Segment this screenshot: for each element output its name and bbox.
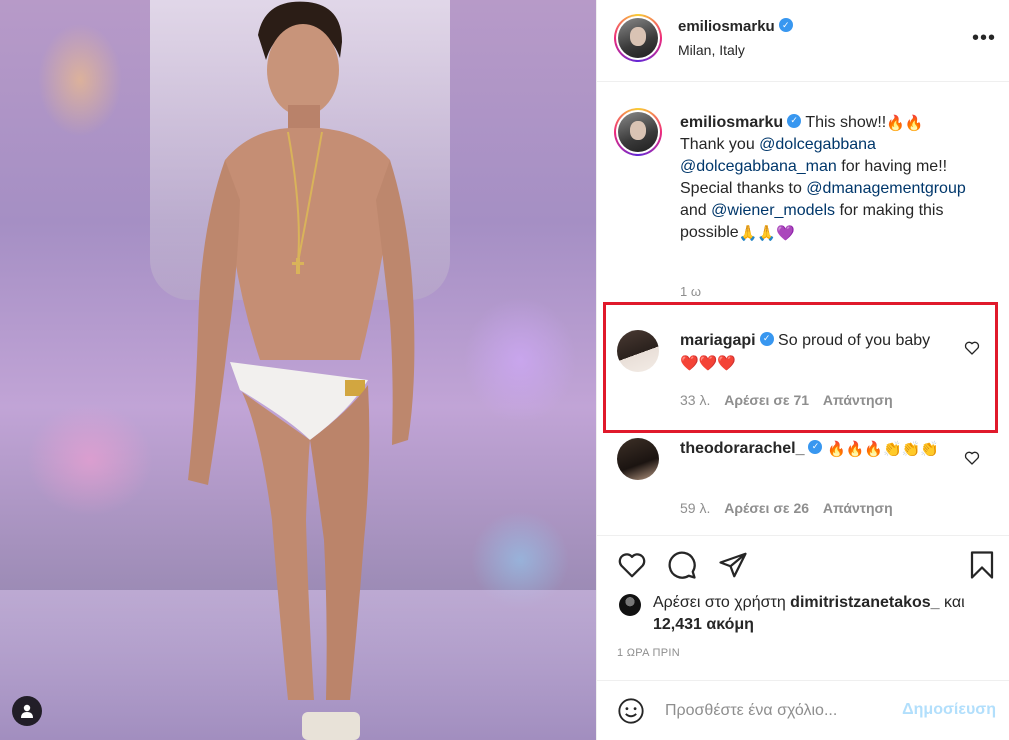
liker-username[interactable]: dimitristzanetakos_ [790, 594, 939, 611]
post-actions-bar [597, 535, 1009, 595]
pray-heart-emoji-icon: 🙏🙏💜 [738, 225, 795, 242]
more-options-button[interactable]: ••• [972, 26, 996, 50]
verified-badge-icon [778, 18, 793, 33]
mention-link[interactable]: @dolcegabbana [759, 136, 876, 153]
comment-input[interactable] [665, 697, 885, 725]
comment-age[interactable]: 59 λ. [680, 500, 710, 516]
tagged-users-button[interactable] [12, 696, 42, 726]
liker-avatar[interactable] [619, 594, 641, 616]
caption-username[interactable]: emiliosmarku [680, 114, 783, 131]
comment-bubble-icon[interactable] [667, 550, 697, 580]
comment-likes-count[interactable]: Αρέσει σε 26 [724, 500, 809, 516]
runway-model-figure [180, 0, 430, 740]
mention-link[interactable]: @dolcegabbana_man [680, 158, 837, 175]
fire-clap-emoji-icon: 🔥🔥🔥👏👏👏 [826, 441, 939, 458]
post-header: emiliosmarku Milan, Italy ••• [597, 0, 1009, 82]
mention-link[interactable]: @wiener_models [711, 202, 835, 219]
verified-badge-icon [787, 113, 802, 128]
comment-meta: 59 λ. Αρέσει σε 26 Απάντηση [680, 500, 903, 516]
add-comment-bar: Δημοσίευση [597, 680, 1009, 740]
caption-author-avatar[interactable] [614, 108, 662, 156]
fire-emoji-icon: 🔥🔥 [886, 115, 924, 132]
share-paper-plane-icon[interactable] [718, 550, 748, 580]
caption-timestamp[interactable]: 1 ω [680, 284, 701, 299]
author-username[interactable]: emiliosmarku [678, 18, 793, 35]
mention-link[interactable]: @dmanagementgroup [806, 180, 965, 197]
author-avatar[interactable] [614, 14, 662, 62]
post-photo[interactable] [0, 0, 596, 740]
caption-text: emiliosmarku This show!!🔥🔥 Thank you @do… [680, 112, 980, 244]
user-icon [21, 704, 33, 718]
highlight-annotation-box [603, 302, 998, 433]
commenter-username[interactable]: theodorarachel_ [680, 440, 804, 457]
bookmark-save-icon[interactable] [967, 550, 997, 580]
post-comment-button[interactable]: Δημοσίευση [902, 701, 996, 719]
like-heart-icon[interactable] [617, 550, 647, 580]
post-details-panel: emiliosmarku Milan, Italy ••• emiliosmar… [596, 0, 1009, 740]
post-timestamp[interactable]: 1 ΩΡΑ ΠΡΙΝ [617, 647, 680, 659]
verified-badge-icon [808, 439, 823, 454]
comment-reply-button[interactable]: Απάντηση [823, 500, 893, 516]
emoji-picker-icon[interactable] [617, 697, 645, 725]
likes-count[interactable]: 12,431 ακόμη [653, 616, 754, 633]
comment-like-heart-icon[interactable] [964, 450, 980, 466]
commenter-avatar[interactable] [617, 438, 659, 480]
post-location[interactable]: Milan, Italy [678, 42, 745, 58]
comment-text: theodorarachel_ 🔥🔥🔥👏👏👏 [680, 438, 960, 460]
